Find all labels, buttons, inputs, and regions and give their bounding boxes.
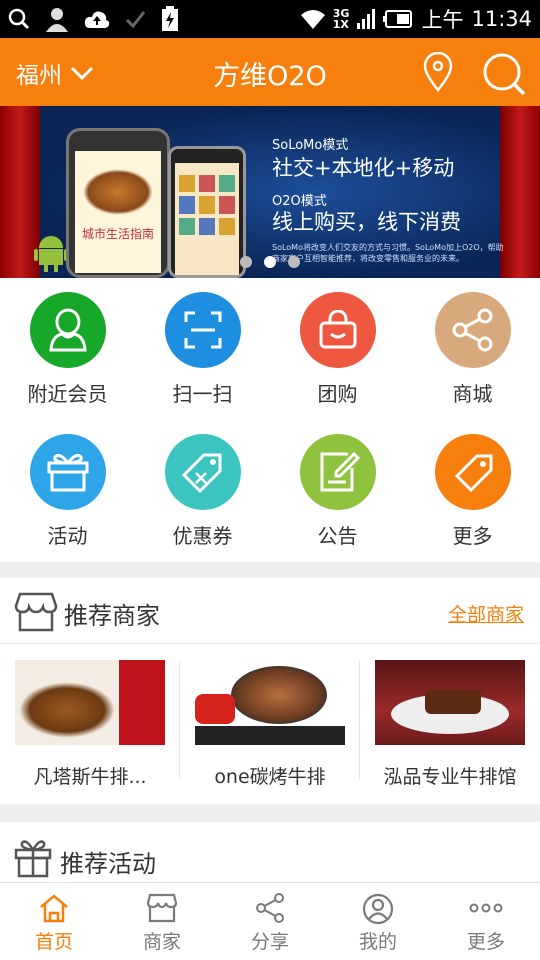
shop-name: 凡塔斯牛排... — [33, 766, 147, 788]
grid-item-more[interactable]: 更多 — [405, 420, 540, 560]
banner-line-2: 社交+本地化+移动 — [272, 156, 455, 180]
tag-icon — [435, 434, 511, 510]
tab-label: 更多 — [466, 931, 505, 953]
tab-label: 分享 — [250, 931, 289, 953]
grid-label: 优惠券 — [172, 524, 233, 548]
grid-item-nearby-members[interactable]: 附近会员 — [0, 278, 135, 418]
store-icon — [146, 893, 178, 923]
user-icon — [362, 893, 394, 925]
status-bar: 3G 1X 上午 11:34 — [0, 0, 540, 38]
check-icon — [125, 11, 146, 29]
grid-label: 活动 — [47, 524, 88, 548]
signal-icon — [357, 9, 376, 29]
all-shops-link[interactable]: 全部商家 — [448, 600, 524, 627]
food-illustration — [83, 169, 153, 215]
phone-screen: 城市生活指南 — [75, 151, 161, 273]
shop-image — [15, 660, 165, 745]
network-type: 3G 1X — [333, 8, 350, 30]
location-pin-icon[interactable] — [422, 52, 454, 92]
wifi-icon — [300, 10, 325, 29]
banner-line-1: SoLoMo模式 — [272, 138, 349, 153]
grid-item-mall[interactable]: 商城 — [405, 278, 540, 418]
tab-home[interactable]: 首页 — [0, 883, 108, 960]
section-title: 推荐活动 — [60, 850, 156, 878]
phone-mockup-small — [168, 146, 246, 278]
grid-label: 公告 — [317, 524, 358, 548]
time-prefix: 上午 — [421, 8, 464, 32]
tab-mine[interactable]: 我的 — [324, 883, 432, 960]
shopping-bag-icon — [300, 292, 376, 368]
tab-label: 商家 — [142, 931, 181, 953]
page-title: 方维O2O — [213, 61, 327, 92]
feature-grid: 附近会员 扫一扫 团购 商城 活动 优惠券 公告 更多 — [0, 278, 540, 562]
clock: 11:34 — [471, 7, 532, 31]
grid-label: 商城 — [452, 382, 493, 406]
tab-share[interactable]: 分享 — [216, 883, 324, 960]
grid-label: 团购 — [317, 382, 358, 406]
phone-screen-small — [175, 163, 239, 275]
grid-item-scan[interactable]: 扫一扫 — [135, 278, 270, 418]
grid-item-group-buy[interactable]: 团购 — [270, 278, 405, 418]
carousel-dot-active[interactable] — [264, 256, 276, 268]
search-icon — [8, 8, 30, 30]
recommended-shops-section: 推荐商家 全部商家 凡塔斯牛排... one碳烤牛排 泓品专业牛排馆 — [0, 578, 540, 804]
gift-icon — [30, 434, 106, 510]
home-icon — [40, 894, 68, 923]
grid-item-coupons[interactable]: 优惠券 — [135, 420, 270, 560]
notice-icon — [300, 434, 376, 510]
scan-icon — [165, 292, 241, 368]
grid-label: 更多 — [452, 524, 493, 548]
shop-name: 泓品专业牛排馆 — [383, 766, 517, 788]
more-dots-icon — [469, 903, 503, 913]
tab-label: 首页 — [34, 931, 73, 953]
coupon-icon — [165, 434, 241, 510]
tab-more[interactable]: 更多 — [432, 883, 540, 960]
app-grid — [179, 175, 235, 235]
banner-carousel[interactable]: 城市生活指南 SoLoMo模式 社交+本地化+移动 O2O模式 线上购买，线下消… — [0, 106, 540, 278]
android-icon — [34, 236, 68, 272]
share-icon — [435, 292, 511, 368]
gift-icon — [14, 840, 52, 878]
store-icon — [14, 592, 58, 632]
section-header: 推荐活动 — [0, 822, 540, 888]
phone-caption: 城市生活指南 — [81, 227, 154, 241]
carousel-dot[interactable] — [288, 256, 300, 268]
banner-line-4: 线上购买，线下消费 — [272, 210, 461, 234]
shop-image — [195, 660, 345, 745]
battery-icon — [383, 10, 413, 28]
search-icon[interactable] — [482, 52, 526, 96]
grid-label: 附近会员 — [27, 382, 108, 406]
share-icon — [256, 893, 284, 923]
carousel-dots — [240, 256, 300, 268]
shop-image — [375, 660, 525, 745]
grid-label: 扫一扫 — [172, 382, 233, 406]
section-title: 推荐商家 — [64, 602, 160, 630]
phone-mockup-large: 城市生活指南 — [66, 128, 170, 278]
recommended-events-section: 推荐活动 — [0, 822, 540, 882]
bottom-tab-bar: 首页 商家 分享 我的 更多 — [0, 882, 540, 960]
cloud-upload-icon — [84, 11, 110, 28]
tab-label: 我的 — [358, 931, 397, 953]
grid-item-notices[interactable]: 公告 — [270, 420, 405, 560]
carousel-dot[interactable] — [240, 256, 252, 268]
grid-item-events[interactable]: 活动 — [0, 420, 135, 560]
shop-card[interactable]: one碳烤牛排 — [180, 644, 360, 788]
battery-charging-icon — [162, 6, 178, 31]
shop-list: 凡塔斯牛排... one碳烤牛排 泓品专业牛排馆 — [0, 644, 540, 804]
user-icon — [46, 8, 68, 32]
network-1x: 1X — [332, 18, 349, 31]
tab-shops[interactable]: 商家 — [108, 883, 216, 960]
shop-card[interactable]: 泓品专业牛排馆 — [360, 644, 540, 788]
person-icon — [30, 292, 106, 368]
shop-name: one碳烤牛排 — [214, 766, 326, 788]
section-header: 推荐商家 全部商家 — [0, 578, 540, 644]
top-bar: 福州 方维O2O — [0, 38, 540, 106]
shop-card[interactable]: 凡塔斯牛排... — [0, 644, 180, 788]
banner-line-5: SoLoMo将改变人们交友的方式与习惯。SoLoMo加上O2O，帮助商家客户互相… — [272, 243, 504, 263]
